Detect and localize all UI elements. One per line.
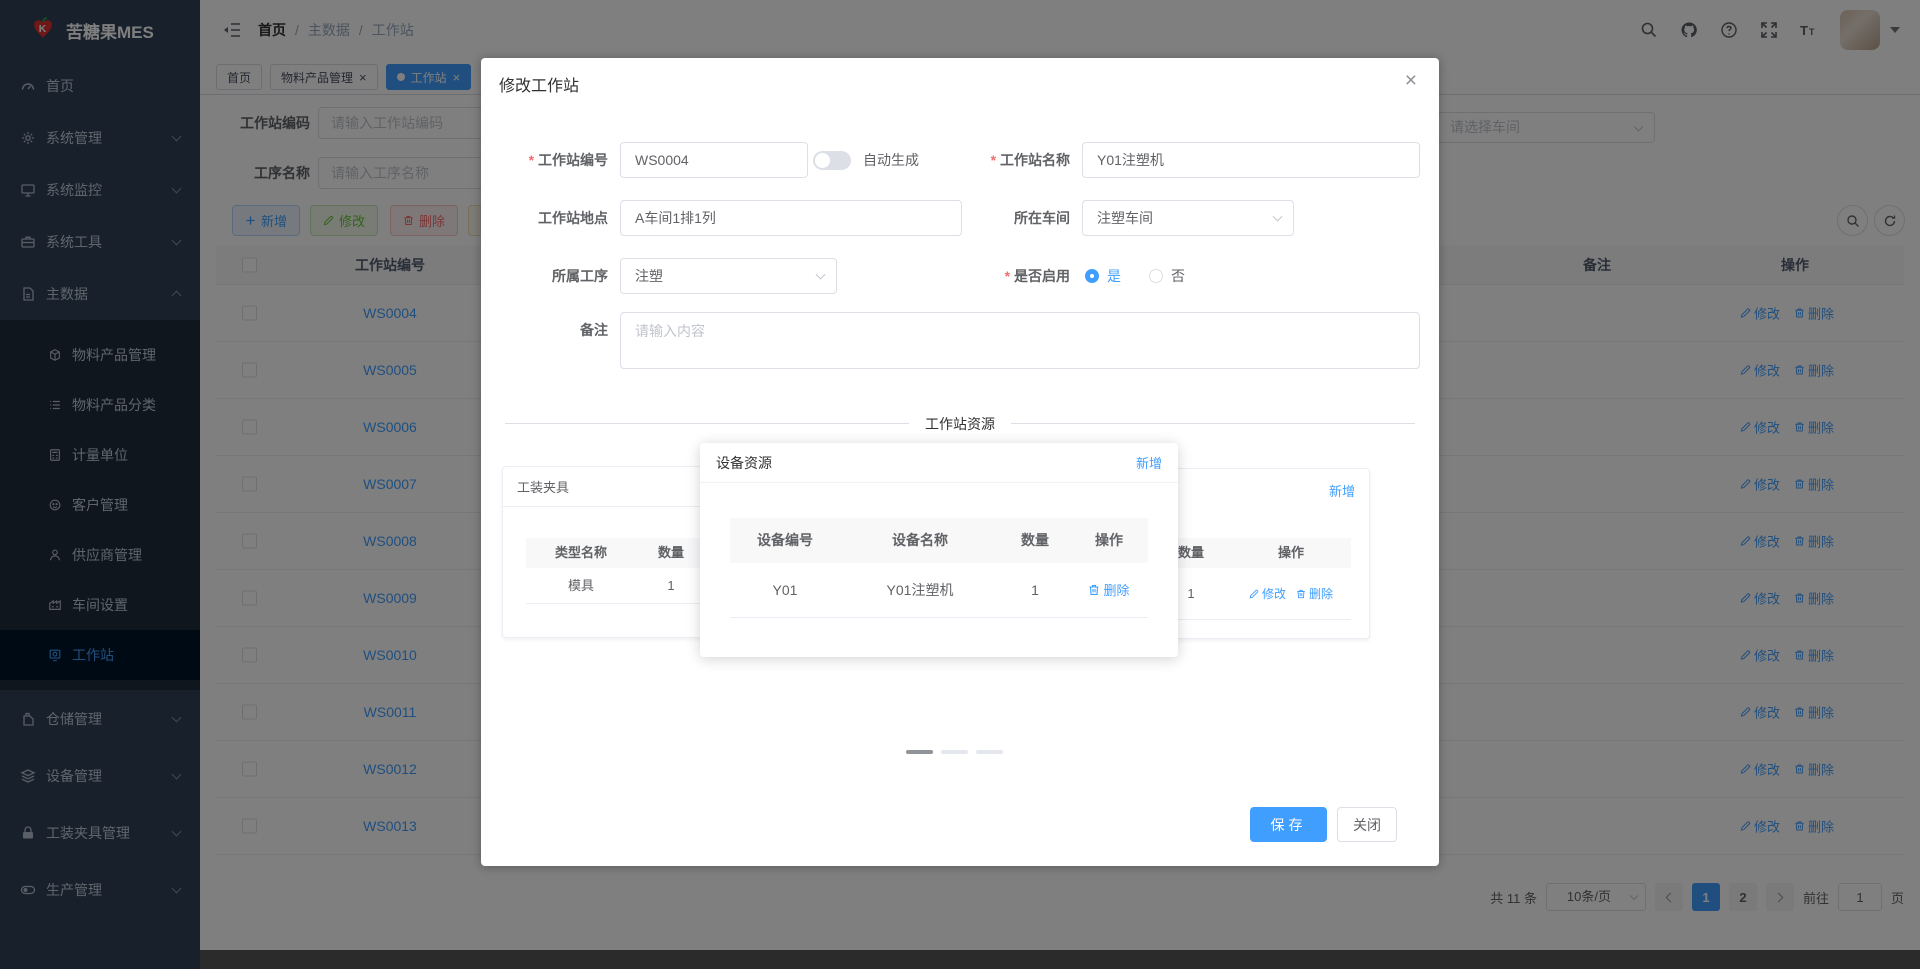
trash-icon [1089,585,1099,595]
radio-selected-icon [1085,269,1099,283]
carousel-dot-active[interactable] [906,750,933,754]
process-label: 所属工序 [552,268,608,284]
fixture-col-type: 类型名称 [554,545,607,560]
process-select[interactable]: 注塑 [620,258,837,294]
chevron-down-icon [815,269,826,280]
fixture-row-type: 模具 [567,578,594,593]
device-row-name: Y01注塑机 [886,582,954,598]
device-table: 设备编号 设备名称 数量 操作 Y01 Y01注塑机 1 删除 [730,518,1148,618]
edit-workstation-dialog: 修改工作站 × 工作站编号 自动生成 工作站名称 工作站地点 所在车间 注塑车间… [481,58,1439,866]
auto-generate-toggle[interactable] [813,151,851,170]
device-resource-panel: 设备资源 新增 设备编号 设备名称 数量 操作 Y01 Y01注塑机 1 删除 [700,443,1178,657]
code-input[interactable] [620,142,808,178]
workshop-select[interactable]: 注塑车间 [1082,200,1294,236]
dialog-title: 修改工作站 [499,78,580,95]
radio-yes[interactable]: 是 [1085,266,1121,286]
right-card-edit-link[interactable]: 修改 [1249,568,1286,620]
right-card-delete-link[interactable]: 删除 [1296,568,1333,620]
fixture-row-qty: 1 [667,578,675,593]
device-add-link[interactable]: 新增 [1136,453,1162,472]
fixture-col-qty: 数量 [657,545,684,560]
app-window: K 苦糖果MES 首页 系统管理 系统监控 系统工具 主数据 [0,0,1920,969]
location-input[interactable] [620,200,962,236]
pencil-icon [1249,589,1259,598]
remark-textarea[interactable] [620,312,1420,369]
auto-generate-label: 自动生成 [863,152,919,168]
enabled-radio-group: 是 否 [1085,258,1185,294]
radio-no[interactable]: 否 [1149,266,1185,286]
device-col-qty: 数量 [1021,532,1049,548]
trash-icon [1297,589,1305,598]
chevron-down-icon [1272,211,1283,222]
save-button[interactable]: 保存 [1250,807,1327,842]
right-card-col-action: 操作 [1277,545,1304,560]
carousel-dot[interactable] [941,750,968,754]
section-title: 工作站资源 [481,414,1439,434]
device-panel-title: 设备资源 [716,454,772,471]
device-row-qty: 1 [1031,582,1039,598]
enabled-label: 是否启用 [943,258,1070,294]
device-col-name: 设备名称 [892,532,948,548]
close-button[interactable]: 关闭 [1337,807,1397,842]
device-col-code: 设备编号 [757,532,813,548]
radio-unselected-icon [1149,269,1163,283]
carousel-indicators [906,750,1003,754]
dialog-close-icon[interactable]: × [1405,70,1417,91]
remark-label: 备注 [580,322,608,338]
device-row-code: Y01 [772,582,798,598]
carousel-dot[interactable] [976,750,1003,754]
workshop-label: 所在车间 [1014,210,1070,226]
device-col-action: 操作 [1095,532,1123,548]
location-label: 工作站地点 [538,210,608,226]
name-input[interactable] [1082,142,1420,178]
device-delete-link[interactable]: 删除 [1088,563,1130,618]
name-label: 工作站名称 [943,142,1070,178]
device-panel-header: 设备资源 新增 [700,443,1178,483]
right-card-add-link[interactable]: 新增 [1329,481,1355,500]
code-label: 工作站编号 [481,142,608,178]
